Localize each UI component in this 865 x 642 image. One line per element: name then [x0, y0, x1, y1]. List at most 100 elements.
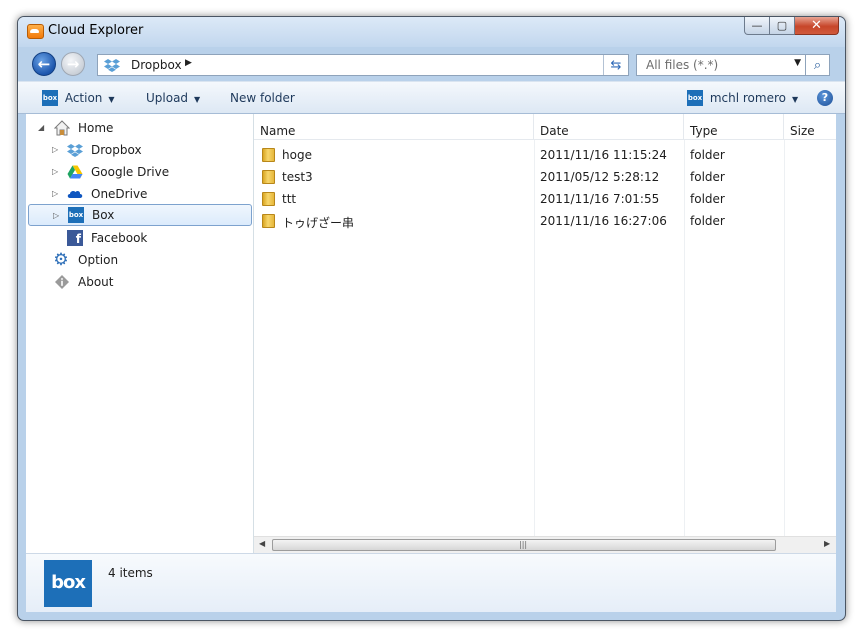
folder-icon: [262, 170, 275, 184]
upload-label: Upload: [146, 91, 189, 105]
minimize-button[interactable]: —: [744, 17, 770, 35]
item-count: 4 items: [108, 566, 153, 580]
column-header-date[interactable]: Date: [534, 114, 684, 140]
table-row[interactable]: ttt 2011/11/16 7:01:55 folder: [254, 188, 836, 210]
toolbar: box Action ▼ Upload ▼ New folder box mchl …: [18, 81, 845, 114]
maximize-button[interactable]: ▢: [770, 17, 795, 35]
scroll-left-icon[interactable]: ◀: [259, 539, 265, 548]
tree-item-label: Box: [92, 208, 115, 222]
action-menu[interactable]: box Action ▼: [42, 90, 115, 106]
google-drive-icon: [67, 165, 83, 178]
dropbox-icon: [104, 59, 120, 72]
home-icon: [54, 119, 70, 135]
help-icon: ?: [821, 91, 829, 104]
tree-item-home[interactable]: ◢ Home: [26, 117, 252, 138]
tree-item-facebook[interactable]: f Facebook: [26, 227, 252, 248]
back-button[interactable]: ←: [32, 52, 56, 76]
tree-item-about[interactable]: About: [26, 271, 252, 292]
tree-item-google-drive[interactable]: ▷ Google Drive: [26, 161, 252, 182]
tree-item-label: Dropbox: [91, 142, 142, 157]
status-bar: box 4 items: [26, 553, 836, 612]
cloud-app-icon: [27, 24, 44, 39]
tree-item-label: OneDrive: [91, 186, 148, 201]
column-header-size[interactable]: Size: [784, 114, 836, 140]
row-name: hoge: [282, 148, 312, 162]
tree-item-label: Facebook: [91, 230, 148, 245]
box-icon: box: [42, 90, 58, 106]
search-icon: ⌕: [813, 57, 822, 73]
tree-item-option[interactable]: ⚙ Option: [26, 249, 252, 270]
address-bar: ← → Dropbox ▶ ⇆ All files (*.*) ▼ ⌕: [18, 47, 845, 81]
table-row[interactable]: トゥげざー串 2011/11/16 16:27:06 folder: [254, 210, 836, 232]
row-date: 2011/11/16 11:15:24: [540, 148, 667, 162]
row-type: folder: [690, 214, 725, 228]
expand-icon[interactable]: ▷: [52, 189, 58, 198]
forward-button[interactable]: →: [61, 52, 85, 76]
table-row[interactable]: test3 2011/05/12 5:28:12 folder: [254, 166, 836, 188]
dropbox-icon: [67, 143, 83, 157]
collapse-icon[interactable]: ◢: [38, 123, 44, 132]
row-type: folder: [690, 192, 725, 206]
grip-icon: |||: [519, 540, 528, 549]
table-row[interactable]: hoge 2011/11/16 11:15:24 folder: [254, 144, 836, 166]
chevron-down-icon: ▼: [108, 94, 115, 104]
search-button[interactable]: ⌕: [806, 54, 830, 76]
close-button[interactable]: ✕: [795, 17, 839, 35]
refresh-button[interactable]: ⇆: [603, 55, 628, 75]
expand-icon[interactable]: ▷: [52, 167, 58, 176]
new-folder-button[interactable]: New folder: [230, 91, 295, 105]
tree-item-onedrive[interactable]: ▷ OneDrive: [26, 183, 252, 204]
row-type: folder: [690, 170, 725, 184]
chevron-down-icon[interactable]: ▼: [794, 58, 801, 68]
help-button[interactable]: ?: [817, 90, 833, 106]
account-menu[interactable]: box mchl romero ▼: [687, 90, 798, 106]
box-icon: box: [68, 207, 84, 223]
new-folder-label: New folder: [230, 91, 295, 105]
tree-item-label: Google Drive: [91, 164, 170, 179]
folder-icon: [262, 192, 275, 206]
file-filter-value: All files (*.*): [646, 58, 719, 72]
row-date: 2011/11/16 16:27:06: [540, 214, 667, 228]
chevron-down-icon: ▼: [194, 95, 201, 104]
row-name: トゥげざー串: [282, 216, 355, 230]
navigation-tree: ◢ Home ▷ Dropbox ▷ Google Drive ▷ OneDri…: [26, 114, 254, 553]
folder-icon: [262, 214, 275, 228]
window-title: Cloud Explorer: [48, 23, 144, 38]
app-window: Cloud Explorer — ▢ ✕ ← → Dropbox ▶ ⇆ All…: [17, 16, 846, 621]
gear-icon: ⚙: [53, 249, 69, 270]
arrow-right-icon: →: [66, 55, 80, 73]
horizontal-scrollbar[interactable]: ◀ ||| ▶: [254, 536, 836, 553]
action-label: Action: [64, 90, 103, 105]
tree-item-label: Home: [78, 120, 114, 135]
box-icon: box: [687, 90, 703, 106]
info-icon: [55, 274, 69, 289]
arrow-left-icon: ←: [37, 55, 51, 73]
title-bar: Cloud Explorer — ▢ ✕: [18, 17, 845, 47]
column-header-type[interactable]: Type: [684, 114, 784, 140]
file-list: ▲ Name Date Type Size hoge 2011/11/16 11…: [254, 114, 836, 553]
tree-item-dropbox[interactable]: ▷ Dropbox: [26, 139, 252, 160]
address-field[interactable]: Dropbox ▶ ⇆: [97, 54, 629, 76]
row-date: 2011/11/16 7:01:55: [540, 192, 660, 206]
tree-item-label: About: [78, 274, 114, 289]
box-logo: box: [44, 560, 92, 607]
breadcrumb-chevron-icon[interactable]: ▶: [185, 58, 192, 68]
upload-menu[interactable]: Upload ▼: [146, 91, 200, 105]
facebook-icon: f: [67, 229, 83, 246]
expand-icon[interactable]: ▷: [53, 211, 59, 220]
onedrive-icon: [67, 190, 83, 198]
column-header-name[interactable]: Name: [254, 114, 534, 140]
breadcrumb-dropbox[interactable]: Dropbox: [131, 58, 182, 72]
row-date: 2011/05/12 5:28:12: [540, 170, 660, 184]
file-filter-select[interactable]: All files (*.*) ▼: [636, 54, 806, 76]
scrollbar-thumb[interactable]: |||: [272, 539, 776, 551]
tree-item-label: Option: [78, 252, 119, 267]
expand-icon[interactable]: ▷: [52, 145, 58, 154]
chevron-down-icon: ▼: [791, 94, 799, 104]
tree-item-box[interactable]: ▷ box Box: [28, 204, 252, 226]
row-name: test3: [282, 170, 313, 184]
account-label: mchl romero: [709, 90, 786, 105]
scroll-right-icon[interactable]: ▶: [824, 539, 830, 548]
folder-icon: [262, 148, 275, 162]
row-name: ttt: [282, 192, 297, 206]
